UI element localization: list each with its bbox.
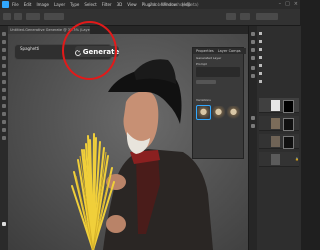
share-button[interactable]	[256, 13, 278, 20]
patterns-panel-icon[interactable]	[251, 56, 255, 60]
properties-panel-icon[interactable]	[251, 116, 255, 120]
menu-filter[interactable]: Filter	[102, 0, 112, 9]
menu-image[interactable]: Image	[36, 0, 49, 9]
marquee-tool-icon[interactable]	[2, 40, 6, 44]
eye-icon[interactable]	[259, 55, 262, 59]
gradient-panel-icon[interactable]	[251, 48, 255, 52]
layer-row[interactable]: 🔒	[259, 152, 299, 167]
crop-tool-icon[interactable]	[2, 64, 6, 68]
menu-layer[interactable]: Layer	[54, 0, 65, 9]
object-select-tool-icon[interactable]	[2, 56, 6, 60]
properties-panel: Properties Layer Comps Generated Layer P…	[192, 47, 246, 159]
pen-tool-icon[interactable]	[2, 112, 6, 116]
eraser-tool-icon[interactable]	[2, 96, 6, 100]
variations-grid	[196, 105, 240, 120]
list-item[interactable]	[259, 78, 299, 84]
properties-tabs: Properties Layer Comps	[193, 48, 246, 54]
maximize-icon[interactable]: □	[285, 0, 290, 9]
window-title: Adobe Photoshop (Beta)	[150, 2, 199, 7]
document-tab-strip: Untitled-Generative Generate @ 33.3% (La…	[8, 26, 268, 34]
prompt-label: Prompt	[196, 62, 207, 66]
tab-layer-comps[interactable]: Layer Comps	[218, 48, 241, 54]
lock-icon[interactable]: 🔒	[295, 157, 299, 161]
feather-field[interactable]	[44, 13, 64, 20]
eye-icon[interactable]	[259, 71, 262, 75]
variation-thumbnail[interactable]	[212, 106, 225, 119]
menu-type[interactable]: Type	[70, 0, 79, 9]
layer-row[interactable]	[259, 116, 299, 131]
variation-thumbnail[interactable]	[196, 105, 211, 120]
layer-mask-thumbnail	[283, 136, 294, 149]
libraries-panel-icon[interactable]	[251, 74, 255, 78]
close-icon[interactable]: ×	[294, 0, 298, 9]
list-item[interactable]	[259, 54, 299, 60]
eye-icon[interactable]	[259, 31, 262, 35]
window-controls: – □ ×	[279, 0, 298, 9]
type-tool-icon[interactable]	[2, 120, 6, 124]
background-layer-thumbnail	[271, 154, 280, 165]
layer-mask-thumbnail	[283, 100, 294, 113]
right-panels: 🔒	[248, 26, 301, 250]
layer-row[interactable]	[259, 98, 299, 113]
tab-properties[interactable]: Properties	[196, 48, 214, 54]
list-item[interactable]	[259, 30, 299, 36]
gradient-tool-icon[interactable]	[2, 104, 6, 108]
adjustments-panel-icon[interactable]	[251, 66, 255, 70]
prompt-input[interactable]: Spaghetti	[20, 46, 39, 51]
section-label: Generated Layer	[196, 56, 222, 60]
zoom-tool-icon[interactable]	[2, 136, 6, 140]
eyedropper-tool-icon[interactable]	[2, 72, 6, 76]
eye-icon[interactable]	[259, 63, 262, 67]
layer-thumbnail	[271, 100, 280, 111]
brush-tool-icon[interactable]	[2, 80, 6, 84]
layer-thumbnail	[271, 136, 280, 147]
selection-mode-icon[interactable]	[26, 13, 40, 20]
workspace-icon[interactable]	[240, 13, 250, 20]
tool-preset-icon[interactable]	[14, 13, 22, 20]
generate-small-button[interactable]	[196, 80, 216, 84]
search-icon[interactable]	[226, 13, 236, 20]
minimize-icon[interactable]: –	[279, 0, 282, 9]
layer-mask-thumbnail	[283, 118, 294, 131]
variations-label: Variations	[196, 98, 211, 102]
menu-edit[interactable]: Edit	[24, 0, 32, 9]
list-item[interactable]	[259, 38, 299, 44]
menu-bar: File Edit Image Layer Type Select Filter…	[0, 0, 300, 9]
menu-file[interactable]: File	[12, 0, 19, 9]
list-item[interactable]	[259, 62, 299, 68]
eye-icon[interactable]	[259, 79, 262, 83]
prompt-field[interactable]	[196, 67, 240, 77]
foreground-color-swatch[interactable]	[2, 222, 6, 226]
menu-select[interactable]: Select	[84, 0, 96, 9]
spaghetti-bundle	[66, 130, 120, 250]
layer-thumbnail	[271, 118, 280, 129]
stamp-tool-icon[interactable]	[2, 88, 6, 92]
hand-tool-icon[interactable]	[2, 128, 6, 132]
panel-icon-strip	[249, 26, 257, 250]
highlight-circle	[62, 21, 117, 80]
variation-thumbnail[interactable]	[227, 106, 240, 119]
menu-3d[interactable]: 3D	[117, 0, 123, 9]
list-item[interactable]	[259, 46, 299, 52]
list-item[interactable]	[259, 70, 299, 76]
photoshop-app-icon[interactable]	[2, 1, 9, 8]
history-panel-icon[interactable]	[251, 124, 255, 128]
options-bar	[0, 9, 300, 26]
menu-view[interactable]: View	[127, 0, 137, 9]
color-panel-icon[interactable]	[251, 32, 255, 36]
layer-row[interactable]	[259, 134, 299, 149]
left-toolbar	[0, 26, 8, 250]
eye-icon[interactable]	[259, 39, 262, 43]
eye-icon[interactable]	[259, 47, 262, 51]
lasso-tool-icon[interactable]	[2, 48, 6, 52]
home-icon[interactable]	[3, 13, 11, 20]
move-tool-icon[interactable]	[2, 32, 6, 36]
swatches-panel-icon[interactable]	[251, 40, 255, 44]
